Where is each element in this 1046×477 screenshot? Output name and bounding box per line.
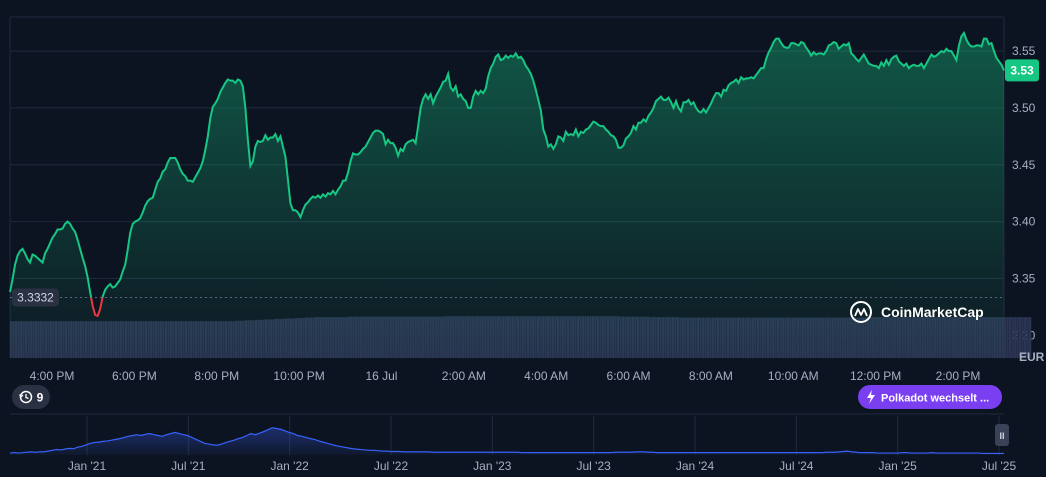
navigator-x-tick-label: Jul '25 [982,459,1017,473]
navigator-x-tick-label: Jul '21 [171,459,206,473]
y-tick-label: 3.35 [1012,271,1036,285]
x-axis-ticks: 4:00 PM 6:00 PM 8:00 PM 10:00 PM 16 Jul 2:00 … [30,369,981,383]
volume-bar [1004,317,1007,358]
event-count: 9 [37,391,44,405]
x-tick-label: 12:00 PM [850,369,901,383]
navigator-x-tick-label: Jan '25 [879,459,918,473]
x-tick-label: 8:00 PM [194,369,239,383]
volume-bar [1013,317,1017,358]
navigator-x-ticks: Jan '21 Jul '21 Jan '22 Jul '22 Jan '23 Jul '… [68,459,1017,473]
x-tick-label: 8:00 AM [689,369,733,383]
x-tick-label: 4:00 PM [30,369,75,383]
y-tick-label: 3.45 [1012,158,1036,172]
currency-label: EUR [1019,350,1045,364]
x-tick-label: 2:00 PM [936,369,981,383]
navigator-x-tick-label: Jul '22 [374,459,409,473]
reference-price-badge: 3.3332 [12,288,59,307]
x-tick-label: 16 Jul [365,369,397,383]
x-tick-label: 10:00 AM [768,369,819,383]
y-tick-label: 3.40 [1012,215,1036,229]
reference-price-label: 3.3332 [17,291,54,305]
range-navigator[interactable]: II [9,413,1009,455]
navigator-x-tick-label: Jan '23 [473,459,512,473]
navigator-x-tick-label: Jan '21 [68,459,107,473]
volume-bar [1011,317,1014,358]
navigator-x-tick-label: Jul '24 [779,459,814,473]
price-area-fill [10,32,1004,358]
y-axis-ticks: 3.303.353.403.453.503.55 [1012,44,1036,342]
current-price-label: 3.53 [1010,63,1034,77]
navigator-area [10,427,1004,455]
navigator-handle-glyph: II [999,431,1004,441]
x-tick-label: 4:00 AM [524,369,568,383]
x-tick-label: 6:00 PM [112,369,157,383]
x-tick-label: 10:00 PM [273,369,324,383]
y-tick-label: 3.50 [1012,101,1036,115]
news-pill-label: Polkadot wechselt ... [881,393,989,405]
y-tick-label: 3.55 [1012,44,1036,58]
navigator-x-tick-label: Jul '23 [577,459,612,473]
events-button[interactable]: 9 [12,385,50,409]
price-chart[interactable]: 3.303.353.403.453.503.55 3.3332 3.53 Coi… [0,0,1046,477]
volume-bar [1006,317,1009,358]
current-price-badge: 3.53 [1005,59,1039,82]
navigator-x-tick-label: Jan '22 [271,459,310,473]
navigator-x-tick-label: Jan '24 [676,459,715,473]
news-pill-button[interactable]: Polkadot wechselt ... [858,385,1002,409]
x-tick-label: 2:00 AM [442,369,486,383]
volume-bar [1008,317,1012,358]
logo-text: CoinMarketCap [881,304,984,320]
x-tick-label: 6:00 AM [607,369,651,383]
